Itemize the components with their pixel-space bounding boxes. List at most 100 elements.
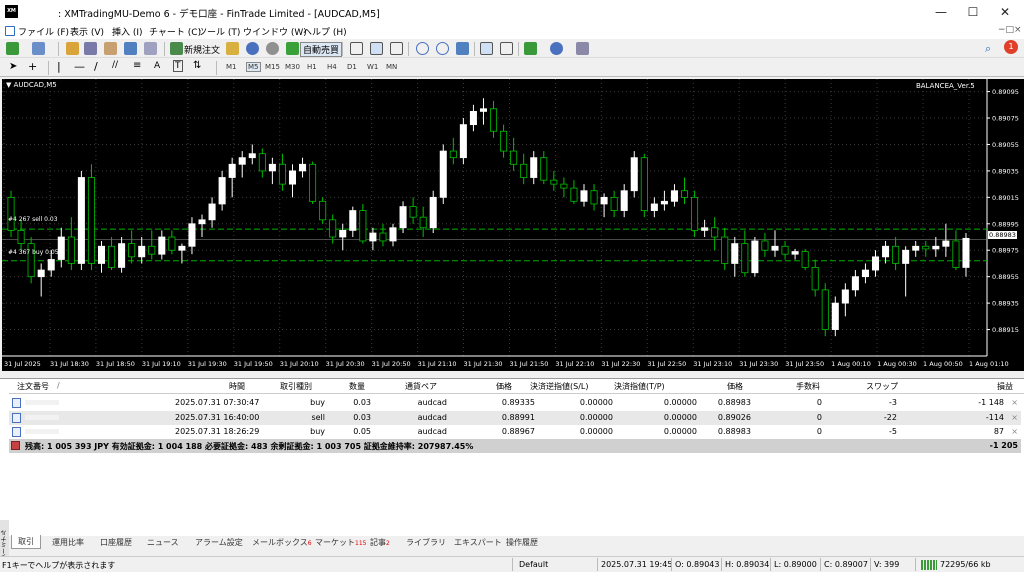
order-row[interactable]: 2025.07.31 16:40:00 sell 0.03 audcad 0.88991… [9,410,1021,425]
vertical-line-icon[interactable]: | [57,60,61,73]
close-order-icon[interactable]: × [1011,398,1018,407]
arrows-icon[interactable]: ⇅ [193,60,201,71]
timeframe-w1[interactable]: W1 [367,63,378,71]
bar-chart-icon[interactable] [350,42,363,55]
y-tick-label: 0.88935 [992,300,1019,308]
order-row[interactable]: 2025.07.31 07:30:47 buy 0.03 audcad 0.89335 0… [9,396,1021,410]
col-swap[interactable]: スワップ [866,381,898,392]
terminal-icon[interactable] [124,42,137,55]
menu-tools[interactable]: ツール (T) [198,25,240,38]
candle-bear [510,150,518,165]
data-window-icon[interactable] [84,42,97,55]
navigator-icon[interactable] [104,42,117,55]
timeframe-m15[interactable]: M15 [265,63,280,71]
text-icon[interactable]: A [154,61,160,71]
new-order-icon[interactable] [170,42,183,55]
tab-library[interactable]: ライブラリ [406,537,446,548]
col-price[interactable]: 価格 [496,381,512,392]
col-type[interactable]: 取引種別 [280,381,312,392]
trendline-icon[interactable]: / [94,60,98,73]
menu-file[interactable]: ファイル (F) [18,25,69,38]
tab-alerts[interactable]: アラーム設定 [195,537,243,548]
new-order-button[interactable]: 新規注文 [184,43,220,56]
chart-canvas[interactable]: 0.89095 0.89075 0.89055 0.89035 0.89015 0.889… [2,79,1024,371]
crosshair-icon[interactable]: + [28,60,37,73]
col-commission[interactable]: 手数料 [796,381,820,392]
menu-help[interactable]: ヘルプ (H) [303,25,347,38]
candle-bull [902,249,910,264]
tab-news[interactable]: ニュース [147,537,179,548]
metaeditor-icon[interactable] [226,42,239,55]
col-current-price[interactable]: 価格 [727,381,743,392]
menu-chart[interactable]: チャート (C) [149,25,201,38]
new-chart-icon[interactable] [6,42,19,55]
tab-experts[interactable]: エキスパート [454,537,502,548]
tab-market[interactable]: マーケット115 [315,537,366,548]
order-row[interactable]: 2025.07.31 18:26:29 buy 0.05 audcad 0.88967 0… [9,425,1021,439]
market-watch-icon[interactable] [66,42,79,55]
tab-mailbox[interactable]: メールボックス6 [252,537,312,548]
channel-icon[interactable]: ∕∕ [112,60,118,70]
tab-articles[interactable]: 記事2 [370,537,390,548]
order-profit: 87 [993,427,1004,436]
col-volume[interactable]: 数量 [349,381,365,392]
text-label-icon[interactable]: T [173,60,183,72]
menu-view[interactable]: 表示 (V) [70,25,104,38]
col-tp[interactable]: 決済指値(T/P) [614,381,665,392]
candle-bear [108,245,116,268]
col-symbol[interactable]: 通貨ペア [405,381,437,392]
line-chart-icon[interactable] [390,42,403,55]
auto-scroll-icon[interactable] [480,42,493,55]
timeframe-d1[interactable]: D1 [347,63,357,71]
horizontal-line-icon[interactable]: — [74,60,85,73]
tab-label: ニュース [147,538,179,547]
chart-shift-icon[interactable] [500,42,513,55]
minimize-icon[interactable]: — [925,0,957,24]
maximize-icon[interactable]: ☐ [957,0,989,24]
timeframe-m30[interactable]: M30 [285,63,300,71]
candlestick-icon[interactable] [370,42,383,55]
tab-trade[interactable]: 取引 [11,535,41,549]
cursor-icon[interactable]: ➤ [9,61,17,72]
templates-icon[interactable] [576,42,589,55]
tab-journal[interactable]: 操作履歴 [506,537,538,548]
search-icon[interactable]: ⌕ [985,42,991,56]
candle-bull [47,259,55,271]
restore-child-icon[interactable]: −□× [998,25,1022,35]
signals-icon[interactable] [266,42,279,55]
timeframe-m5[interactable]: M5 [246,62,261,72]
col-sort[interactable]: / [57,381,60,390]
tester-icon[interactable] [144,42,157,55]
tile-windows-icon[interactable] [456,42,469,55]
price-chart[interactable]: 0.89095 0.89075 0.89055 0.89035 0.89015 0.889… [2,79,1024,371]
col-sl[interactable]: 決済逆指値(S/L) [530,381,588,392]
close-icon[interactable]: ✕ [989,0,1021,24]
candle-bear [67,236,75,264]
close-order-icon[interactable]: × [1011,427,1018,436]
menu-window[interactable]: ウインドウ (W) [243,25,307,38]
tab-exposure[interactable]: 運用比率 [52,537,84,548]
notification-badge[interactable]: 1 [1004,40,1018,54]
auto-trade-icon[interactable] [286,42,299,55]
zoom-in-icon[interactable] [416,42,429,55]
candle-bear [761,240,769,251]
candle-bear [550,179,558,185]
auto-trade-button[interactable]: 自動売買 [300,42,343,57]
candle-bear [892,245,900,264]
profiles-icon[interactable] [32,42,45,55]
zoom-out-icon[interactable] [436,42,449,55]
indicators-icon[interactable] [524,42,537,55]
timeframe-h1[interactable]: H1 [307,63,317,71]
timeframe-h4[interactable]: H4 [327,63,337,71]
timeframe-m1[interactable]: M1 [226,63,237,71]
periods-icon[interactable] [550,42,563,55]
menu-insert[interactable]: 挿入 (I) [112,25,143,38]
community-icon[interactable] [246,42,259,55]
col-time[interactable]: 時間 [229,381,245,392]
col-ticket[interactable]: 注文番号 [17,381,49,392]
timeframe-mn[interactable]: MN [386,63,397,71]
close-order-icon[interactable]: × [1011,413,1018,422]
fibonacci-icon[interactable]: ≡ [133,60,141,71]
tab-history[interactable]: 口座履歴 [100,537,132,548]
col-profit[interactable]: 損益 [997,381,1013,392]
